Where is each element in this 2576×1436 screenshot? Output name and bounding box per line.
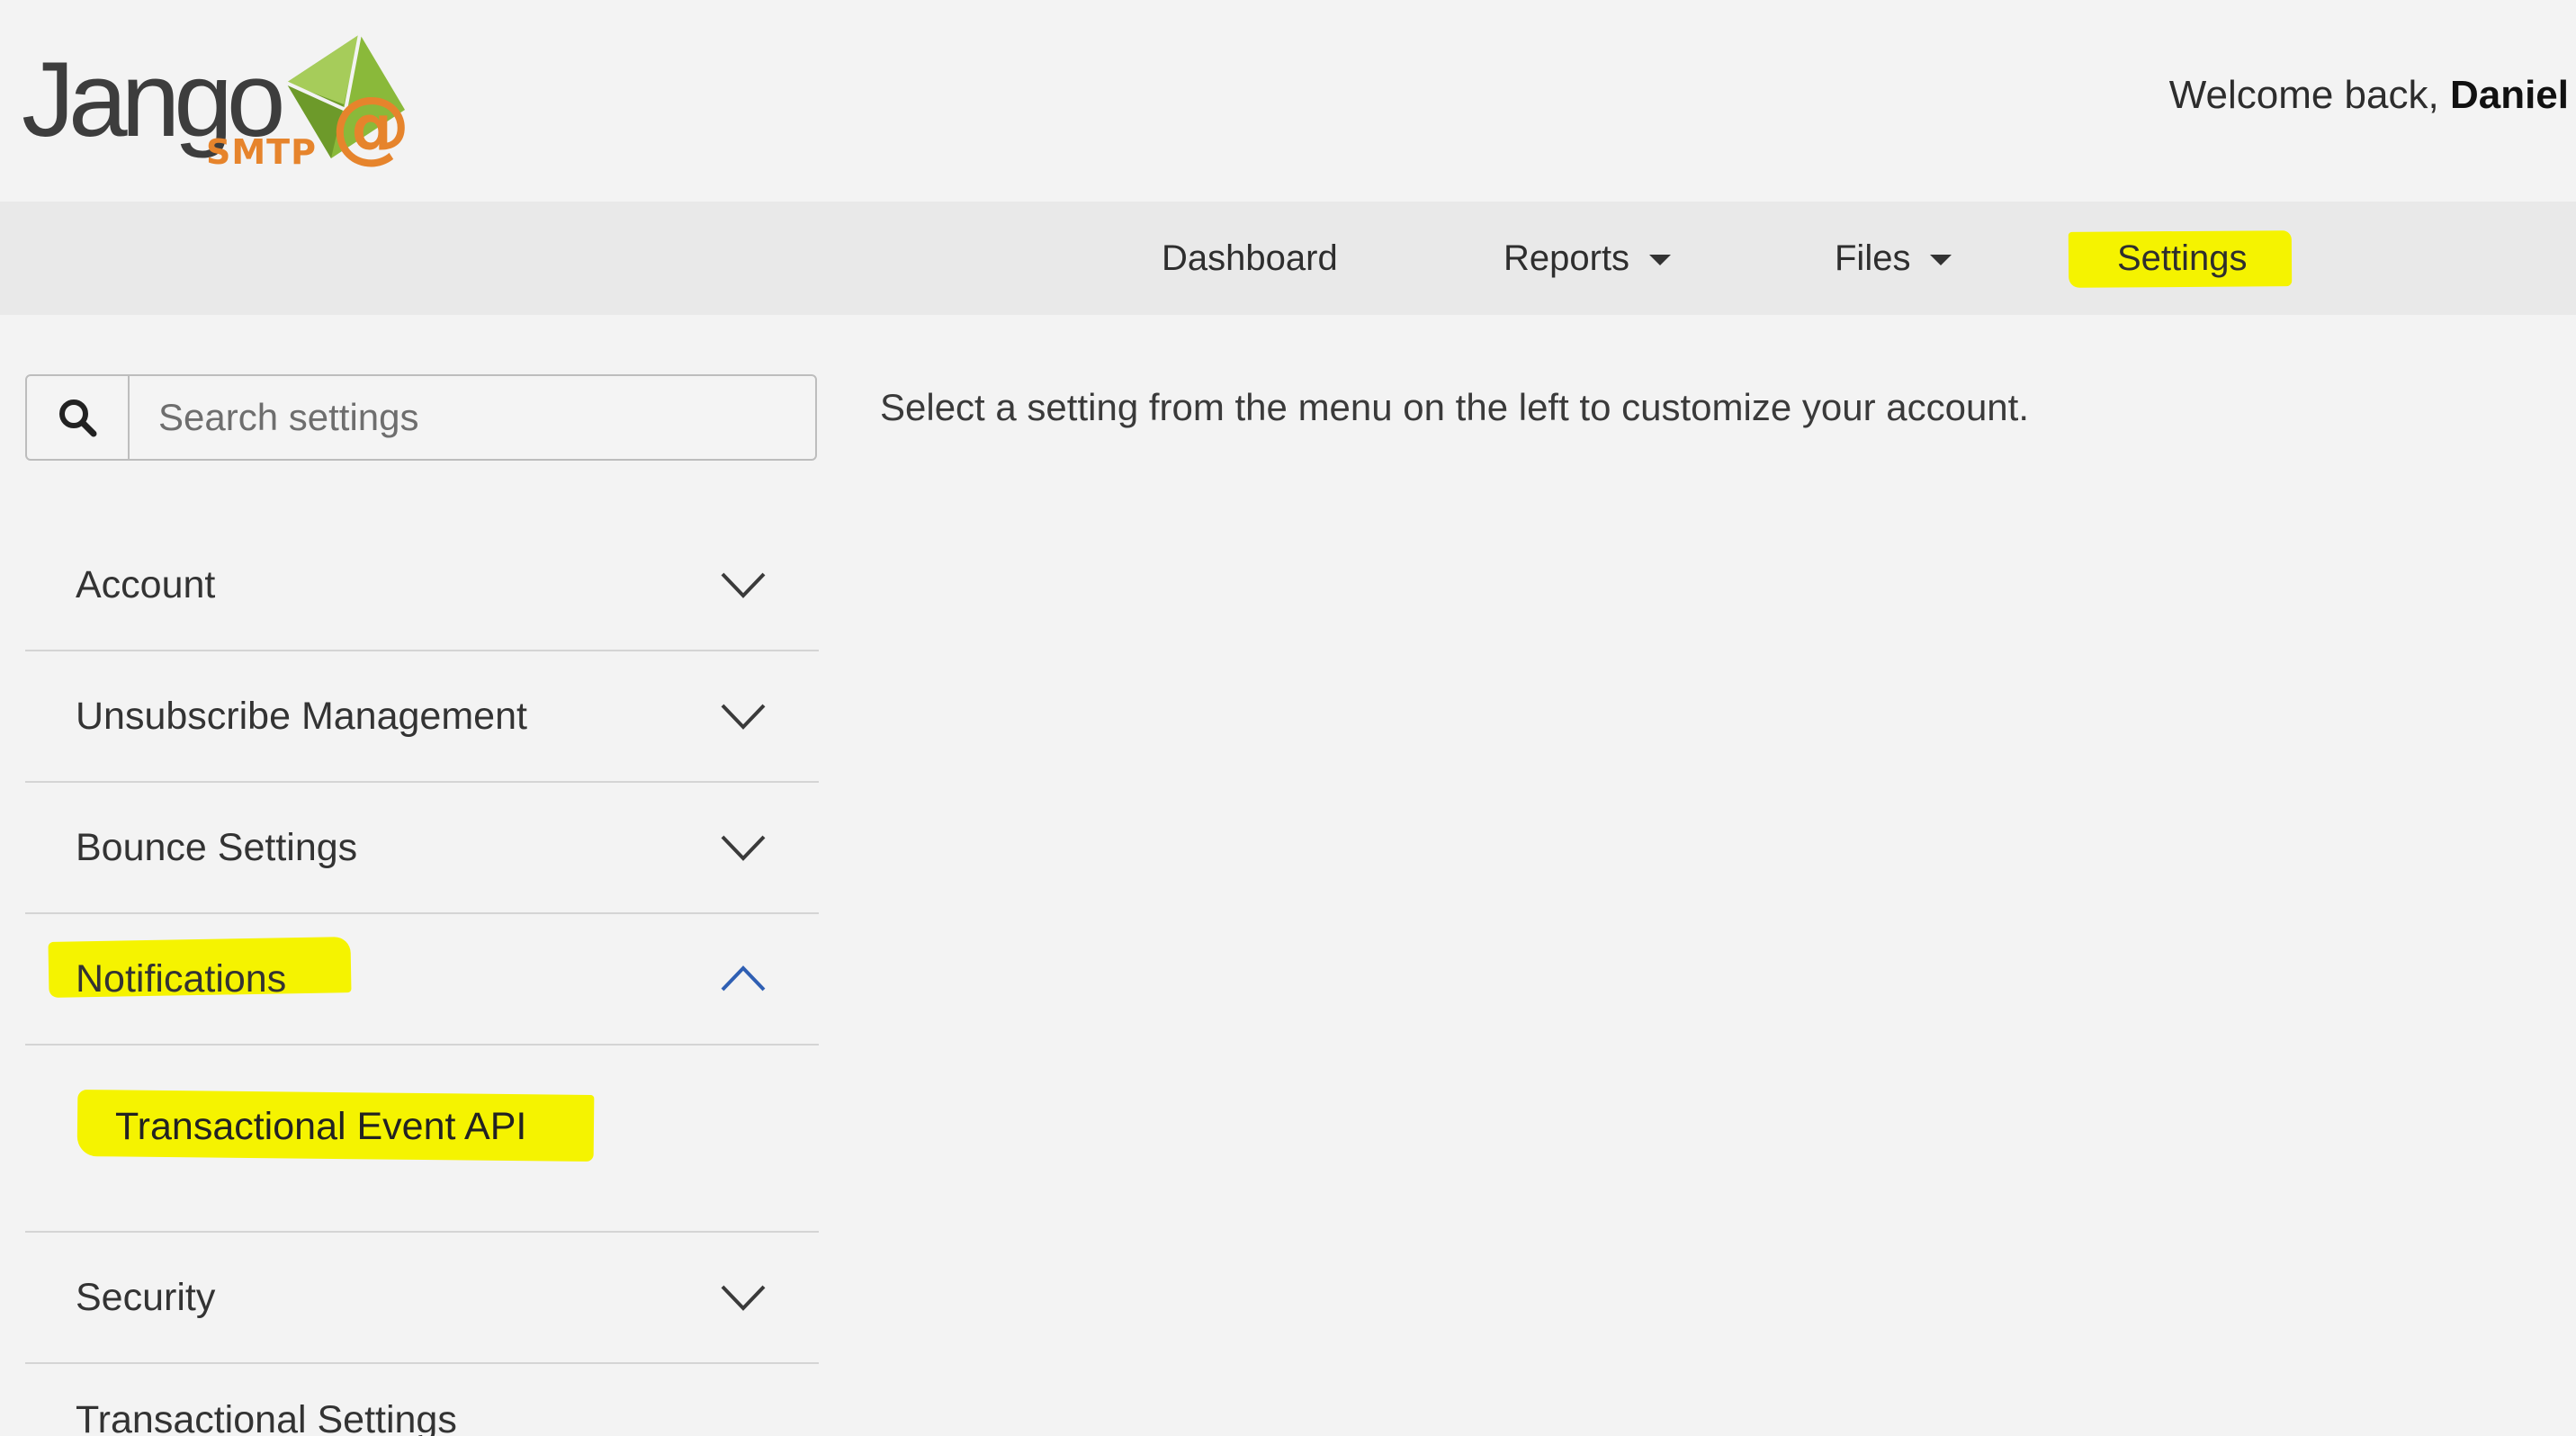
nav-files-label: Files bbox=[1835, 238, 1911, 278]
menu-item-label: Notifications bbox=[76, 956, 287, 1001]
welcome-prefix: Welcome back, bbox=[2168, 73, 2439, 117]
caret-down-icon bbox=[1930, 255, 1952, 265]
menu-item-label: Account bbox=[76, 562, 216, 606]
chevron-down-icon bbox=[721, 704, 766, 730]
menu-item-unsubscribe-management[interactable]: Unsubscribe Management bbox=[25, 651, 819, 783]
menu-item-label: Bounce Settings bbox=[76, 825, 358, 869]
svg-text:@: @ bbox=[331, 83, 410, 172]
menu-item-label: Security bbox=[76, 1275, 216, 1319]
nav-settings-label: Settings bbox=[2117, 238, 2248, 278]
menu-item-security[interactable]: Security bbox=[25, 1233, 819, 1364]
welcome-message: Welcome back, Daniel bbox=[2169, 76, 2569, 115]
nav-dashboard-label: Dashboard bbox=[1162, 238, 1338, 278]
menu-item-transactional-settings[interactable]: Transactional Settings bbox=[25, 1364, 819, 1436]
chevron-down-icon bbox=[721, 835, 766, 861]
submenu-item-transactional-event-api[interactable]: Transactional Event API bbox=[115, 1098, 526, 1155]
search-input[interactable] bbox=[130, 376, 815, 459]
chevron-down-icon bbox=[721, 572, 766, 598]
settings-menu: Account Unsubscribe Management Bounce Se… bbox=[25, 520, 819, 1436]
nav-dashboard[interactable]: Dashboard bbox=[1162, 202, 1338, 315]
jango-smtp-logo[interactable]: Jango @ SMTP bbox=[22, 27, 410, 180]
search-icon bbox=[59, 399, 97, 437]
menu-item-bounce-settings[interactable]: Bounce Settings bbox=[25, 783, 819, 914]
user-name[interactable]: Daniel bbox=[2450, 73, 2569, 117]
nav-reports-label: Reports bbox=[1503, 238, 1630, 278]
settings-intro-text: Select a setting from the menu on the le… bbox=[880, 386, 2030, 428]
chevron-up-icon bbox=[721, 965, 766, 992]
chevron-down-icon bbox=[721, 1285, 766, 1311]
notifications-submenu: Transactional Event API bbox=[25, 1046, 819, 1233]
menu-item-label: Unsubscribe Management bbox=[76, 694, 527, 738]
menu-item-account[interactable]: Account bbox=[25, 520, 819, 651]
search-button[interactable] bbox=[27, 376, 130, 459]
caret-down-icon bbox=[1649, 255, 1672, 265]
logo-smtp: SMTP bbox=[206, 132, 317, 172]
at-sign-icon: @ bbox=[331, 83, 410, 172]
nav-settings[interactable]: Settings bbox=[2117, 202, 2248, 315]
menu-item-label: Transactional Settings bbox=[76, 1398, 457, 1436]
nav-reports[interactable]: Reports bbox=[1503, 202, 1672, 315]
menu-item-notifications[interactable]: Notifications bbox=[25, 914, 819, 1046]
settings-search bbox=[25, 374, 817, 461]
nav-files[interactable]: Files bbox=[1835, 202, 1952, 315]
